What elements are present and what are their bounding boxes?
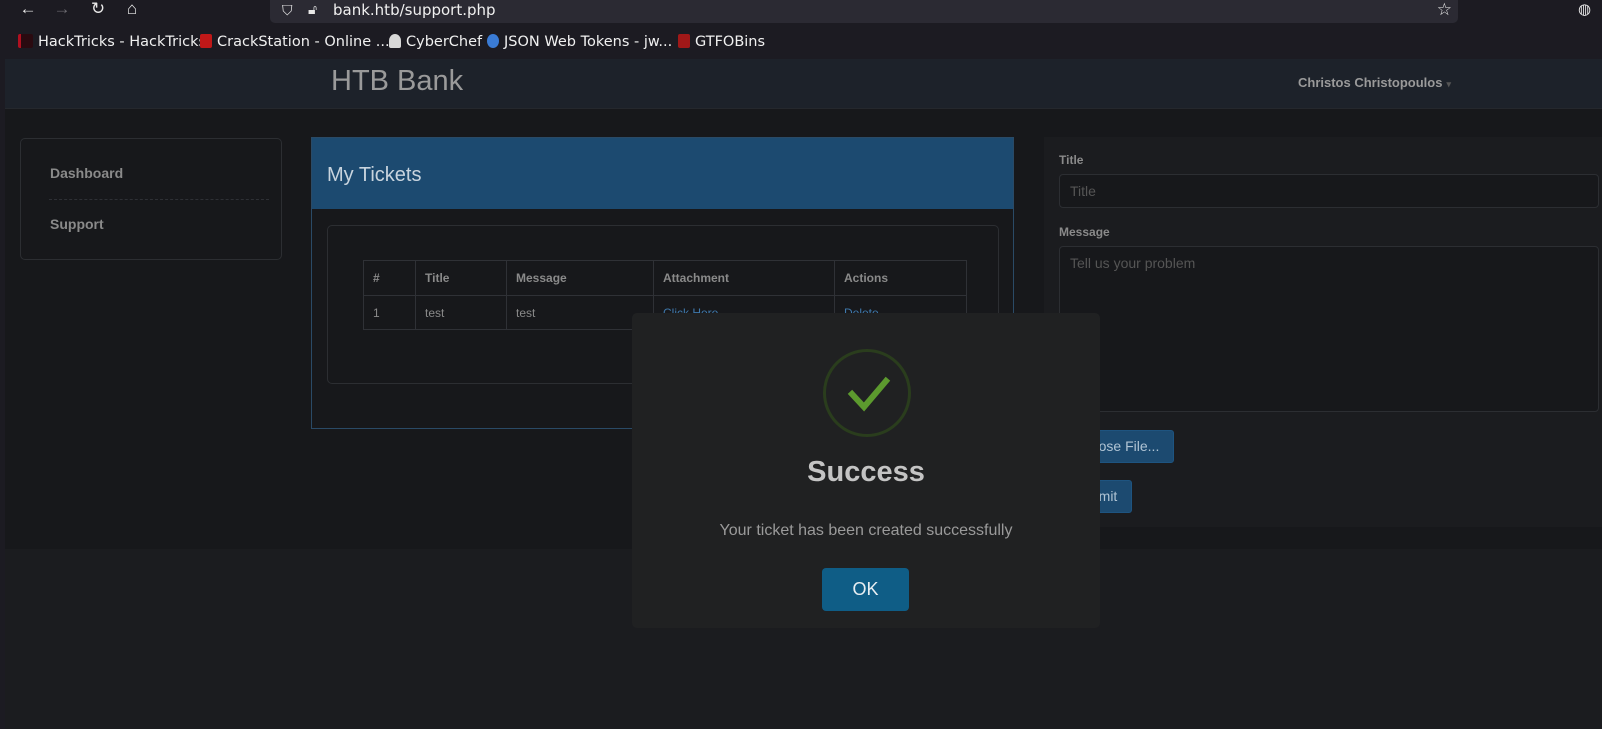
title-label: Title (1059, 153, 1084, 167)
sidebar: Dashboard Support (20, 138, 282, 260)
insecure-lock-icon[interactable]: 🔓︎ (308, 1, 317, 18)
brand-logo-text[interactable]: HTB Bank (331, 65, 463, 98)
modal-message: Your ticket has been created successfull… (719, 522, 1013, 539)
ok-button[interactable]: OK (822, 568, 909, 611)
user-name: Christos Christopoulos (1298, 75, 1443, 90)
crackstation-favicon-icon (200, 34, 212, 48)
gtfobins-favicon-icon (678, 34, 690, 48)
panel-heading: My Tickets (312, 138, 1013, 209)
caret-down-icon: ▾ (1446, 79, 1451, 89)
browser-toolbar: ← → ↻ ⌂ ⛉ 🔓︎ bank.htb/support.php ☆ ◍ (0, 0, 1602, 24)
sidebar-divider (49, 199, 269, 200)
forward-arrow-icon[interactable]: → (50, 0, 74, 20)
back-arrow-icon[interactable]: ← (16, 0, 40, 20)
bookmark-crackstation[interactable]: CrackStation - Online ... (200, 34, 390, 50)
sidebar-item-support[interactable]: Support (50, 216, 104, 232)
message-textarea[interactable]: Tell us your problem (1059, 246, 1599, 412)
url-text[interactable]: bank.htb/support.php (333, 1, 496, 19)
checkmark-icon (847, 376, 891, 412)
column-header: Attachment (653, 260, 835, 296)
bookmark-label: JSON Web Tokens - jw... (504, 34, 673, 50)
panel-title: My Tickets (327, 164, 422, 186)
message-label: Message (1059, 225, 1110, 239)
bookmarks-toolbar: HackTricks - HackTricks CrackStation - O… (0, 30, 1602, 58)
pocket-icon[interactable]: ◍ (1578, 0, 1591, 18)
success-modal: Success Your ticket has been created suc… (632, 313, 1100, 628)
bookmark-gtfobins[interactable]: GTFOBins (678, 34, 765, 50)
address-bar[interactable]: ⛉ 🔓︎ bank.htb/support.php ☆ (270, 0, 1458, 23)
jwt-favicon-icon (487, 34, 499, 48)
ticket-title: test (415, 295, 507, 330)
bookmark-jwt[interactable]: JSON Web Tokens - jw... (487, 34, 672, 50)
bookmark-star-icon[interactable]: ☆ (1437, 0, 1452, 20)
bookmark-label: CyberChef (406, 34, 483, 50)
title-input[interactable]: Title (1059, 174, 1599, 208)
user-menu[interactable]: Christos Christopoulos ▾ (1298, 75, 1451, 90)
bookmark-label: CrackStation - Online ... (217, 34, 390, 50)
site-header: HTB Bank Christos Christopoulos ▾ (5, 59, 1602, 109)
sidebar-item-dashboard[interactable]: Dashboard (50, 165, 123, 181)
bookmark-label: HackTricks - HackTricks (38, 34, 207, 50)
column-header: Title (415, 260, 507, 296)
table-header-row: # Title Message Attachment Actions (363, 260, 967, 296)
ticket-id: 1 (363, 295, 416, 330)
hacktricks-favicon-icon (18, 34, 33, 48)
bookmark-cyberchef[interactable]: CyberChef (389, 34, 482, 50)
home-icon[interactable]: ⌂ (120, 0, 144, 20)
shield-icon[interactable]: ⛉ (282, 2, 293, 19)
modal-title: Success (807, 456, 925, 488)
reload-icon[interactable]: ↻ (86, 0, 110, 20)
column-header: # (363, 260, 416, 296)
new-ticket-form: Title Title Message Tell us your problem… (1044, 137, 1602, 527)
bookmark-label: GTFOBins (695, 34, 766, 50)
column-header: Message (506, 260, 654, 296)
bookmark-hacktricks[interactable]: HackTricks - HackTricks (18, 34, 206, 50)
cyberchef-favicon-icon (389, 34, 401, 48)
column-header: Actions (834, 260, 967, 296)
